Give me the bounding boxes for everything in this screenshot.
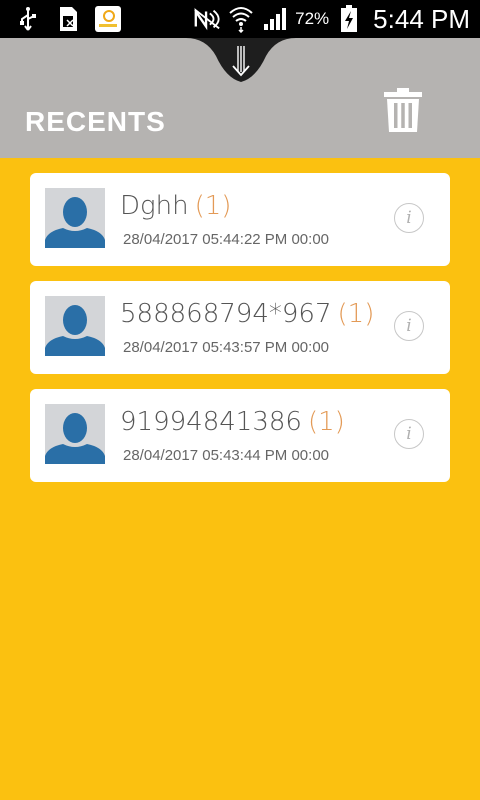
person-icon [45, 197, 105, 248]
info-button[interactable]: i [394, 203, 424, 233]
info-icon: i [406, 316, 412, 336]
battery-charging-icon [335, 5, 363, 33]
call-count: (1) [307, 407, 345, 437]
pull-tab[interactable] [186, 38, 296, 84]
list-item[interactable]: 91994841386 (1) 28/04/2017 05:43:44 PM 00… [30, 389, 450, 482]
info-icon: i [406, 208, 412, 228]
list-item[interactable]: Dghh (1) 28/04/2017 05:44:22 PM 00:00 i [30, 173, 450, 266]
contact-name: 91994841386 [120, 407, 302, 437]
page-title: RECENTS [25, 106, 166, 137]
list-item[interactable]: 588868794*967 (1) 28/04/2017 05:43:57 PM … [30, 281, 450, 374]
person-icon [45, 413, 105, 464]
info-icon: i [406, 424, 412, 444]
wifi-icon [227, 5, 255, 33]
usb-icon [14, 5, 42, 33]
info-button[interactable]: i [394, 419, 424, 449]
call-datetime: 28/04/2017 05:44:22 PM [123, 231, 288, 248]
trash-icon [384, 88, 422, 132]
avatar [45, 404, 105, 464]
nfc-off-icon [193, 5, 221, 33]
call-count: (1) [194, 191, 232, 221]
status-bar: 72% 5:44 PM [0, 0, 480, 38]
app-notification-icon [94, 5, 122, 33]
battery-percent: 72% [295, 9, 330, 28]
person-icon [45, 305, 105, 356]
recents-list: Dghh (1) 28/04/2017 05:44:22 PM 00:00 i 5… [30, 173, 450, 497]
info-button[interactable]: i [394, 311, 424, 341]
avatar [45, 296, 105, 356]
notification-icons [14, 5, 122, 33]
signal-icon [261, 5, 289, 33]
avatar [45, 188, 105, 248]
sim-icon [54, 5, 82, 33]
call-count: (1) [337, 299, 375, 329]
call-datetime: 28/04/2017 05:43:57 PM [123, 339, 288, 356]
delete-all-button[interactable] [384, 88, 422, 132]
contact-name: Dghh [120, 191, 189, 221]
call-duration: 00:00 [291, 231, 330, 248]
system-icons: 72% 5:44 PM [193, 4, 470, 34]
clock: 5:44 PM [373, 4, 470, 34]
call-duration: 00:00 [291, 339, 330, 356]
contact-name: 588868794*967 [120, 299, 332, 329]
call-duration: 00:00 [291, 447, 330, 464]
call-datetime: 28/04/2017 05:43:44 PM [123, 447, 288, 464]
